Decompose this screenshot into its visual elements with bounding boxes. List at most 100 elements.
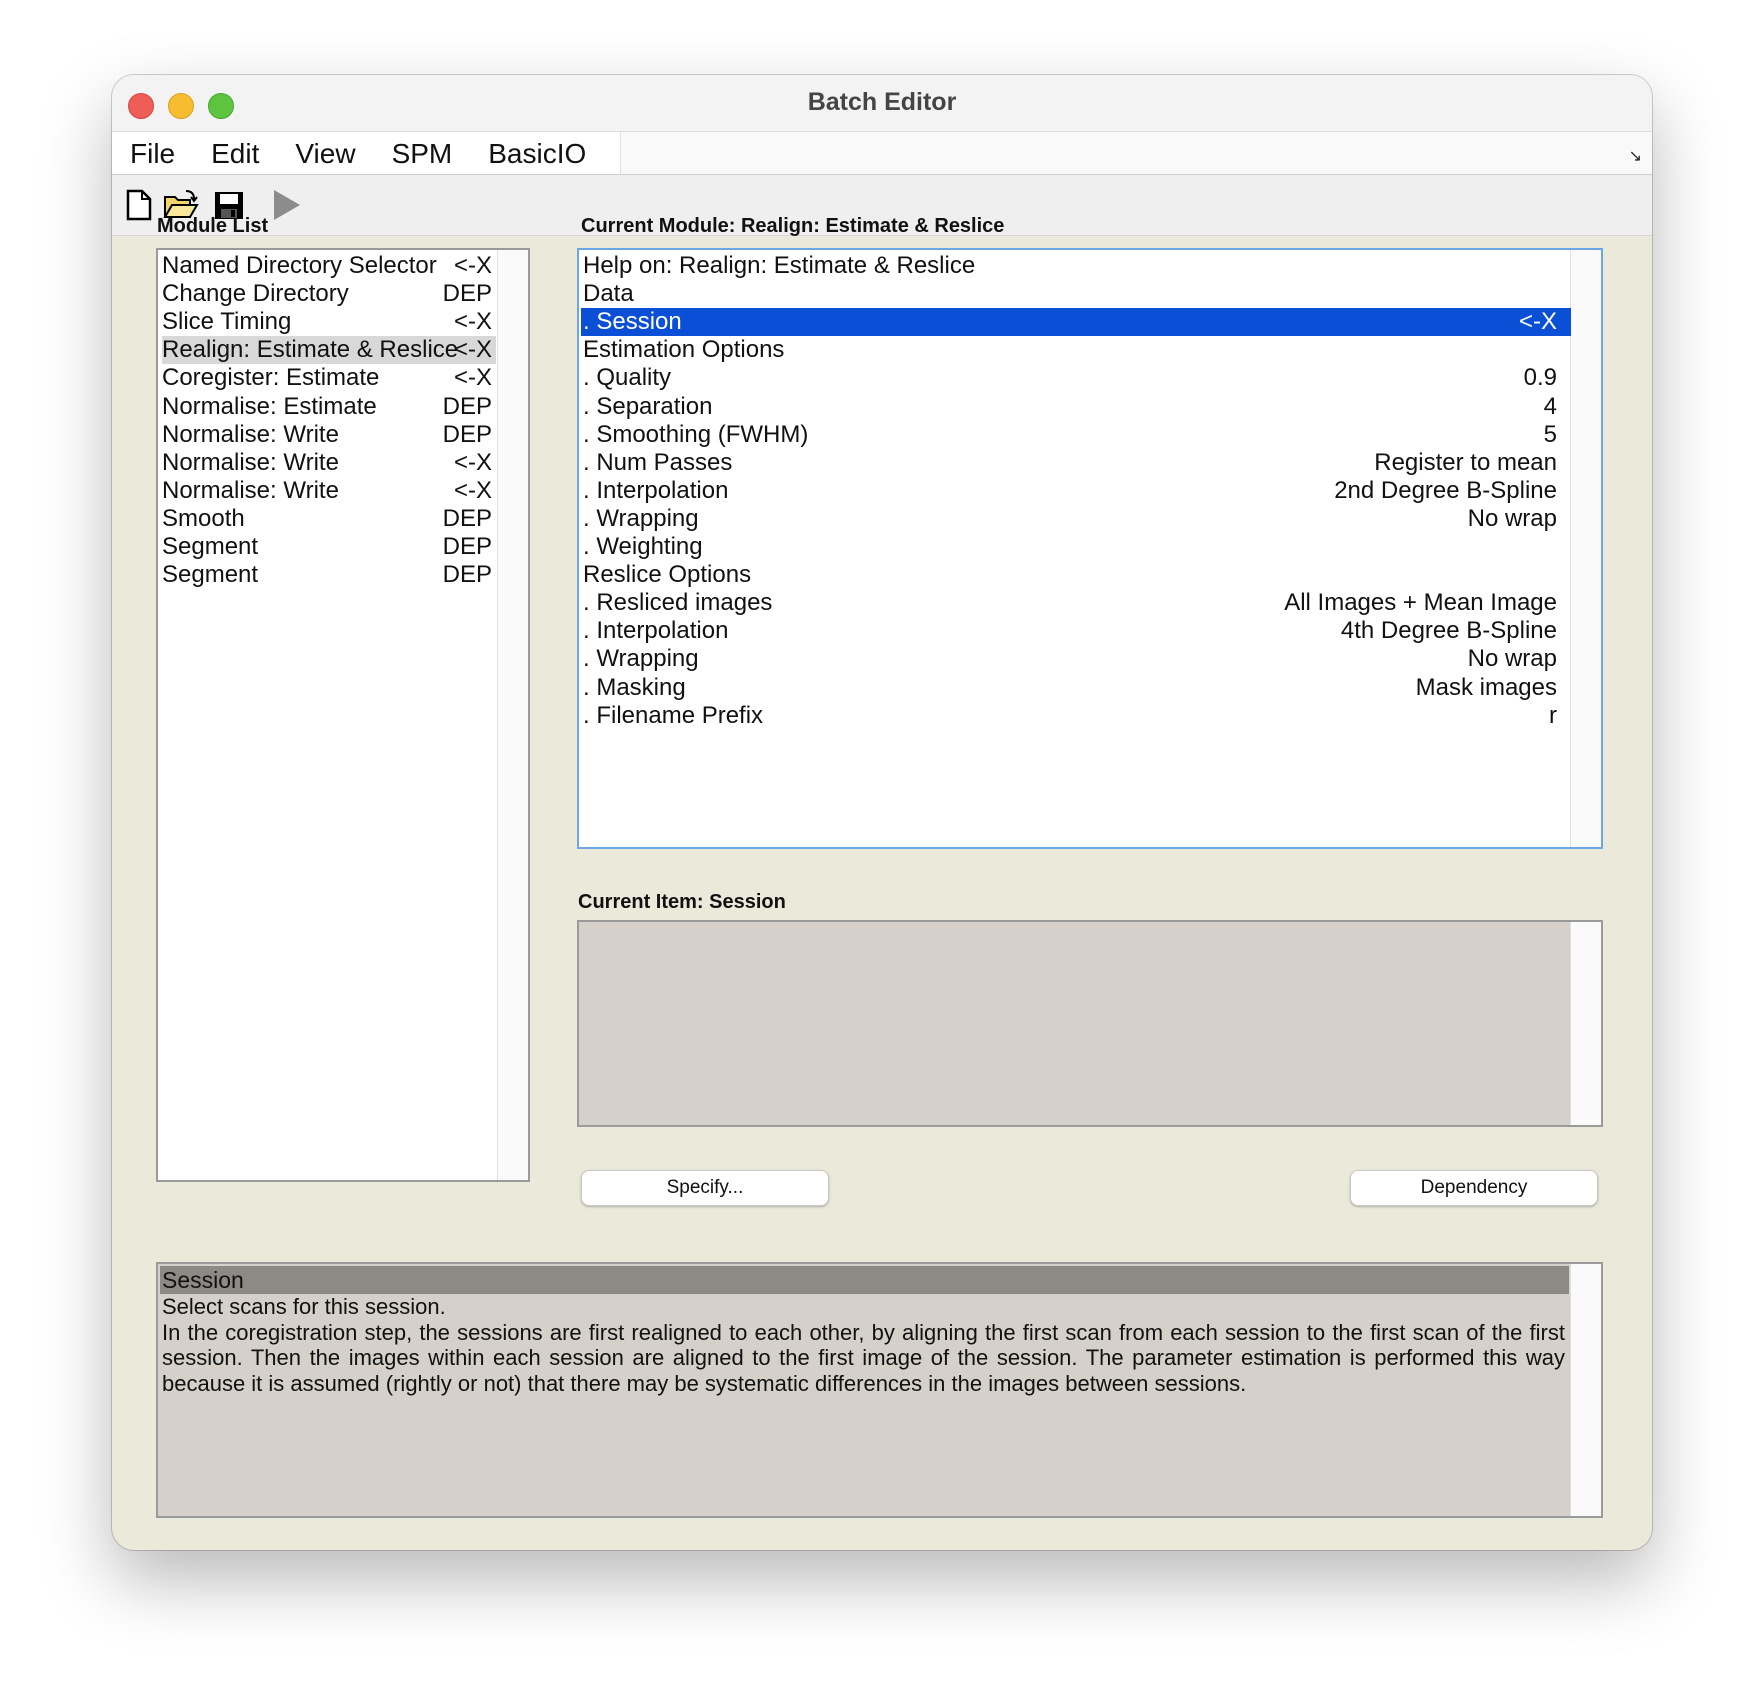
module-list[interactable]: Named Directory Selector <-X Change Direct… xyxy=(156,248,530,1182)
option-label: Help on: Realign: Estimate & Reslice xyxy=(583,252,976,279)
current-module-list[interactable]: Help on: Realign: Estimate & Reslice Data… xyxy=(577,248,1603,849)
module-option-row[interactable]: . Separation 4 xyxy=(581,393,1571,421)
batch-editor-window: Batch Editor File Edit View SPM BasicIO … xyxy=(112,75,1652,1550)
menu-file[interactable]: File xyxy=(112,132,193,174)
module-status: <-X xyxy=(453,308,492,336)
help-scrollbar[interactable] xyxy=(1570,1264,1601,1516)
current-module-scrollbar[interactable] xyxy=(1570,250,1601,847)
module-list-item[interactable]: Normalise: Write <-X xyxy=(162,477,496,505)
option-label: . Wrapping xyxy=(583,645,699,673)
module-option-row[interactable]: Help on: Realign: Estimate & Reslice xyxy=(581,252,1571,280)
module-option-row[interactable]: . Wrapping No wrap xyxy=(581,645,1571,673)
module-name: Change Directory xyxy=(162,280,349,308)
current-item-scrollbar[interactable] xyxy=(1570,922,1601,1125)
option-label: . Filename Prefix xyxy=(583,701,764,729)
module-list-item[interactable]: Normalise: Estimate DEP xyxy=(162,393,496,421)
module-list-item[interactable]: Slice Timing <-X xyxy=(162,308,496,336)
menu-basicio[interactable]: BasicIO xyxy=(470,132,604,174)
option-label: . Interpolation xyxy=(583,617,729,645)
module-name: Segment xyxy=(162,561,259,589)
help-panel: Session Select scans for this session. I… xyxy=(156,1262,1603,1518)
option-value: <-X xyxy=(1518,308,1557,336)
module-name: Normalise: Write xyxy=(162,476,339,504)
specify-button[interactable]: Specify... xyxy=(581,1170,829,1206)
menu-spm[interactable]: SPM xyxy=(374,132,471,174)
menu-view[interactable]: View xyxy=(277,132,373,174)
dependency-button[interactable]: Dependency xyxy=(1350,1170,1598,1206)
title-bar: Batch Editor xyxy=(112,75,1652,132)
module-status: <-X xyxy=(453,252,492,279)
menu-edit[interactable]: Edit xyxy=(193,132,277,174)
option-label: . Interpolation xyxy=(583,476,729,504)
module-status: <-X xyxy=(453,448,492,476)
module-list-item[interactable]: Realign: Estimate & Reslice <-X xyxy=(162,336,496,365)
module-list-item[interactable]: Normalise: Write DEP xyxy=(162,421,496,449)
module-option-row[interactable]: . Resliced images All Images + Mean Image xyxy=(581,589,1571,617)
module-option-row[interactable]: . Num Passes Register to mean xyxy=(581,449,1571,477)
module-list-item[interactable]: Segment DEP xyxy=(162,561,496,589)
window-title: Batch Editor xyxy=(807,88,957,116)
module-name: Smooth xyxy=(162,504,245,532)
option-label: . Resliced images xyxy=(583,589,773,617)
option-label: . Num Passes xyxy=(583,448,733,476)
help-paragraph: Select scans for this session. xyxy=(162,1294,446,1319)
undock-arrow-icon[interactable]: ↘ xyxy=(1629,146,1642,166)
menu-bar: File Edit View SPM BasicIO ↘ xyxy=(112,132,1652,175)
option-value: 0.9 xyxy=(1523,364,1557,392)
module-option-row[interactable]: . Interpolation 4th Degree B-Spline xyxy=(581,617,1571,645)
module-status: DEP xyxy=(442,561,492,589)
run-play-icon[interactable] xyxy=(270,187,304,223)
module-name: Normalise: Estimate xyxy=(162,392,377,420)
option-value: Register to mean xyxy=(1374,448,1557,476)
module-option-row[interactable]: . Interpolation 2nd Degree B-Spline xyxy=(581,477,1571,505)
module-status: DEP xyxy=(442,420,492,448)
module-list-scrollbar[interactable] xyxy=(497,250,528,1180)
option-value: All Images + Mean Image xyxy=(1284,589,1557,617)
module-option-row[interactable]: Estimation Options xyxy=(581,336,1571,364)
option-value: 5 xyxy=(1543,420,1557,448)
module-option-row[interactable]: . Wrapping No wrap xyxy=(581,505,1571,533)
option-label: . Session xyxy=(583,308,682,336)
module-list-item[interactable]: Normalise: Write <-X xyxy=(162,449,496,477)
module-list-heading: Module List xyxy=(157,215,269,237)
new-file-icon[interactable] xyxy=(122,187,156,223)
module-list-item[interactable]: Segment DEP xyxy=(162,533,496,561)
module-name: Coregister: Estimate xyxy=(162,364,380,392)
option-label: Data xyxy=(583,280,634,308)
module-list-item[interactable]: Coregister: Estimate <-X xyxy=(162,364,496,392)
module-list-item[interactable]: Smooth DEP xyxy=(162,505,496,533)
module-name: Named Directory Selector xyxy=(162,252,437,279)
module-option-row[interactable]: . Filename Prefix r xyxy=(581,702,1571,730)
module-status: DEP xyxy=(442,533,492,560)
module-status: DEP xyxy=(442,504,492,532)
module-name: Normalise: Write xyxy=(162,420,339,448)
module-list-item[interactable]: Change Directory DEP xyxy=(162,280,496,308)
option-label: Estimation Options xyxy=(583,336,785,364)
module-option-row[interactable]: . Weighting xyxy=(581,533,1571,561)
current-item-heading: Current Item: Session xyxy=(578,891,786,913)
option-label: . Quality xyxy=(583,364,672,392)
option-label: . Separation xyxy=(583,392,713,420)
option-value: No wrap xyxy=(1467,645,1557,673)
option-label: . Weighting xyxy=(583,533,703,560)
option-value: 4th Degree B-Spline xyxy=(1340,617,1557,645)
module-option-row[interactable]: Data xyxy=(581,280,1571,308)
module-option-row[interactable]: . Quality 0.9 xyxy=(581,364,1571,392)
help-title: Session xyxy=(160,1266,1569,1294)
module-option-row[interactable]: . Smoothing (FWHM) 5 xyxy=(581,421,1571,449)
module-option-row[interactable]: . Masking Mask images xyxy=(581,674,1571,702)
module-option-row[interactable]: Reslice Options xyxy=(581,561,1571,589)
module-status: <-X xyxy=(453,364,492,392)
help-paragraph: In the coregistration step, the sessions… xyxy=(162,1319,1565,1396)
current-item-box[interactable] xyxy=(577,920,1603,1127)
option-value: 2nd Degree B-Spline xyxy=(1334,476,1557,504)
current-module-heading: Current Module: Realign: Estimate & Resl… xyxy=(581,215,1005,237)
module-option-row[interactable]: . Session <-X xyxy=(581,308,1571,337)
option-label: . Wrapping xyxy=(583,504,699,532)
module-name: Segment xyxy=(162,533,259,560)
module-status: <-X xyxy=(453,336,492,364)
option-value: No wrap xyxy=(1467,504,1557,532)
module-list-item[interactable]: Named Directory Selector <-X xyxy=(162,252,496,280)
module-status: DEP xyxy=(442,392,492,420)
option-value: Mask images xyxy=(1415,673,1557,701)
